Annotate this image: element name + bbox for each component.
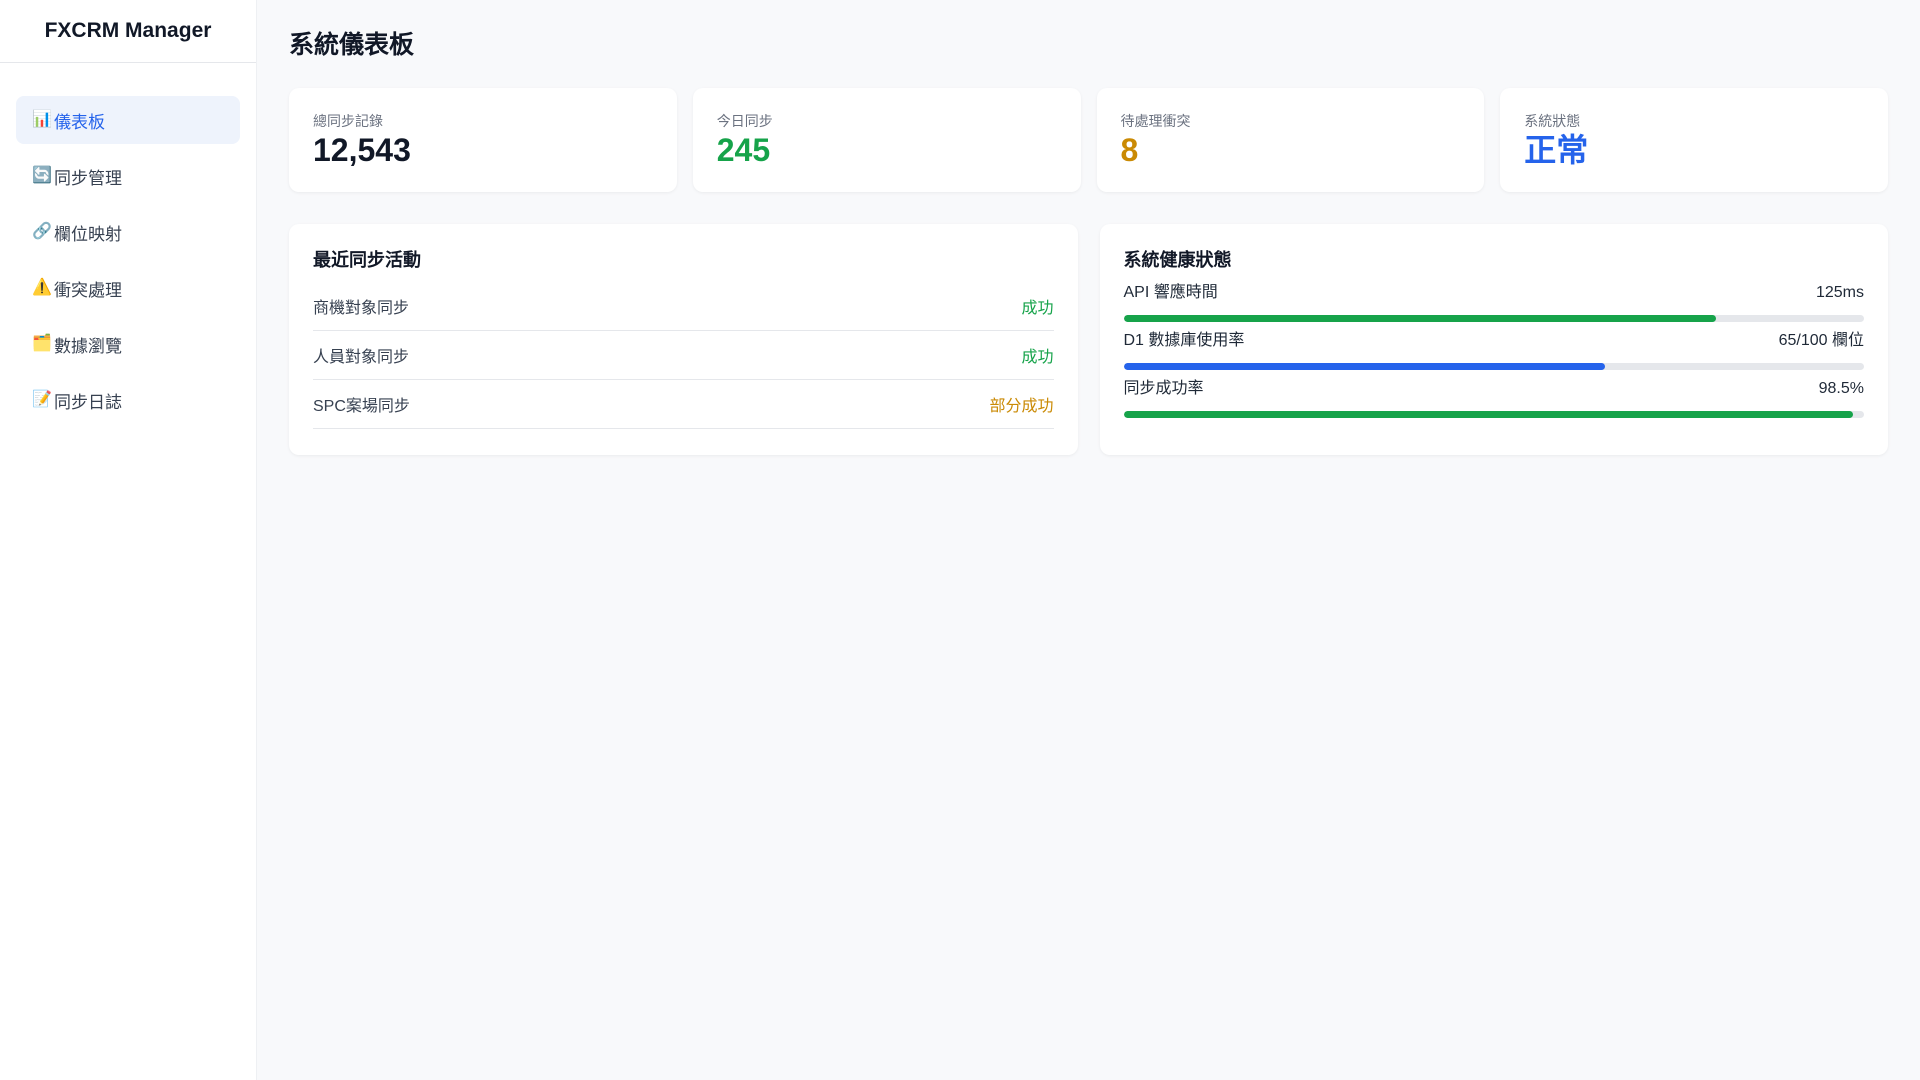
health-item-api-response: API 響應時間 125ms [1123,283,1864,331]
stat-card-pending-conflicts: 待處理衝突 8 [1096,88,1485,192]
activity-name: 商機對象同步 [313,300,410,317]
stat-card-total-sync: 總同步記錄 12,543 [289,88,677,192]
stats-row: 總同步記錄 12,543 今日同步 245 待處理衝突 8 系統狀態 正常 [289,88,1888,192]
stat-label: 待處理衝突 [1120,113,1191,129]
health-item-db-usage: D1 數據庫使用率 65/100 欄位 [1123,331,1864,379]
progress-fill [1123,411,1853,418]
health-value: 125ms [1815,284,1864,301]
stat-label: 總同步記錄 [313,113,383,129]
sidebar-item-data-browser[interactable]: 🗂️ 數據瀏覽 [16,320,240,368]
sidebar-item-sync-logs[interactable]: 📝 同步日誌 [16,376,240,424]
sidebar-nav: 📊 儀表板 🔄 同步管理 🔗 欄位映射 ⚠️ 衝突處理 🗂️ 數據瀏覽 📝 同步… [0,63,256,424]
system-health-panel: 系統健康狀態 API 響應時間 125ms D1 數據庫使用率 65/100 欄… [1099,224,1888,455]
recent-activity-panel: 最近同步活動 商機對象同步 成功 人員對象同步 成功 SPC案場同步 部分成功 [289,224,1078,455]
sidebar-item-label: 同步管理 [54,168,122,188]
stat-value: 12,543 [313,132,411,168]
link-icon: 🔗 [32,223,52,240]
health-item-sync-success-rate: 同步成功率 98.5% [1123,379,1864,427]
folder-icon: 🗂️ [32,335,52,352]
list-item: 人員對象同步 成功 [313,331,1054,380]
sidebar-item-conflicts[interactable]: ⚠️ 衝突處理 [16,264,240,312]
panels-row: 最近同步活動 商機對象同步 成功 人員對象同步 成功 SPC案場同步 部分成功 [289,224,1888,455]
stat-card-today-sync: 今日同步 245 [692,88,1081,192]
progress-track [1123,363,1864,370]
health-label: D1 數據庫使用率 [1123,332,1245,349]
sidebar: FXCRM Manager 📊 儀表板 🔄 同步管理 🔗 欄位映射 ⚠️ 衝突處… [0,0,257,1080]
panel-title: 系統健康狀態 [1123,250,1232,270]
list-item: 商機對象同步 成功 [313,282,1054,331]
progress-fill [1123,363,1605,370]
sidebar-item-label: 欄位映射 [54,224,122,244]
panel-title: 最近同步活動 [313,250,421,270]
memo-icon: 📝 [32,391,52,408]
stat-value: 正常 [1524,132,1589,168]
health-value: 65/100 欄位 [1778,332,1864,349]
status-badge: 成功 [1021,300,1054,317]
progress-track [1123,315,1864,322]
sync-icon: 🔄 [32,167,52,184]
status-badge: 成功 [1021,349,1054,366]
sidebar-item-label: 數據瀏覽 [54,336,122,356]
warning-icon: ⚠️ [32,279,52,296]
stat-label: 系統狀態 [1524,113,1581,129]
health-label: API 響應時間 [1123,284,1218,301]
stat-value: 245 [716,132,771,168]
health-list: API 響應時間 125ms D1 數據庫使用率 65/100 欄位 同步成功率… [1123,283,1864,427]
sidebar-item-label: 衝突處理 [54,280,122,300]
activity-name: 人員對象同步 [313,349,410,366]
page-title: 系統儀表板 [289,31,415,59]
stat-card-system-status: 系統狀態 正常 [1500,88,1888,192]
sidebar-item-dashboard[interactable]: 📊 儀表板 [16,96,240,144]
sidebar-item-field-mapping[interactable]: 🔗 欄位映射 [16,208,240,256]
sidebar-item-label: 同步日誌 [54,392,122,412]
progress-track [1123,411,1864,418]
sidebar-item-label: 儀表板 [54,112,105,132]
sidebar-item-sync-management[interactable]: 🔄 同步管理 [16,152,240,200]
main-content: 系統儀表板 總同步記錄 12,543 今日同步 245 待處理衝突 8 系統狀態… [257,0,1920,1080]
app-root: FXCRM Manager 📊 儀表板 🔄 同步管理 🔗 欄位映射 ⚠️ 衝突處… [0,0,1920,1080]
bar-chart-icon: 📊 [32,111,52,128]
activity-list: 商機對象同步 成功 人員對象同步 成功 SPC案場同步 部分成功 [313,282,1054,429]
brand-title: FXCRM Manager [0,0,256,63]
health-value: 98.5% [1818,380,1864,397]
stat-label: 今日同步 [716,113,773,129]
status-badge: 部分成功 [989,398,1054,415]
activity-name: SPC案場同步 [313,398,410,415]
progress-fill [1123,315,1716,322]
list-item: SPC案場同步 部分成功 [313,380,1054,429]
stat-value: 8 [1120,132,1139,168]
health-label: 同步成功率 [1123,380,1204,397]
